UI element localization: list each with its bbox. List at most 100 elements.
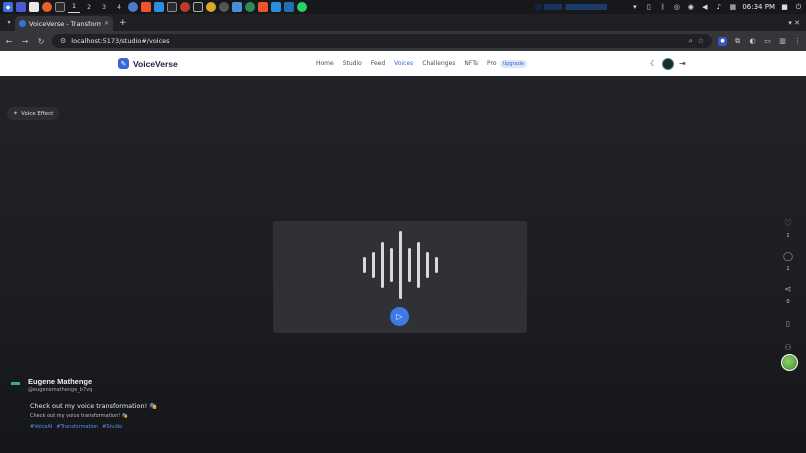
play-button[interactable]: ▷ <box>390 307 409 326</box>
nav-home[interactable]: Home <box>316 60 334 67</box>
extensions-puzzle-icon[interactable]: ⧉ <box>733 37 742 46</box>
os-taskbar: ◆ 1 2 3 4 ▾ ▯ ᛒ ◎ ◉ ◀ ♪ ▦ 06:34 PM ■ ⏻ <box>0 0 806 14</box>
nav-actions: ☾ ⇥ <box>650 51 686 76</box>
folder-icon[interactable] <box>29 2 39 12</box>
address-bar[interactable]: ⚙ localhost:5173/studio#/voices ⌕ ☆ <box>52 34 712 48</box>
calendar-icon[interactable]: ▦ <box>728 3 737 11</box>
browser-tab[interactable]: VoiceVerse - Transform ✕ <box>15 16 113 31</box>
terminal-icon[interactable] <box>55 2 65 12</box>
waveform-bar <box>407 248 411 282</box>
favicon-icon <box>19 20 26 27</box>
brave-alt-icon[interactable] <box>258 2 268 12</box>
bookmark-star-icon[interactable]: ☆ <box>698 37 704 45</box>
close-tab-icon[interactable]: ✕ <box>104 20 109 27</box>
bluetooth-icon[interactable]: ᛒ <box>658 3 667 11</box>
app-launcher-icon[interactable]: ◆ <box>3 2 13 12</box>
volume-icon[interactable]: ◀ <box>700 3 709 11</box>
chrome-alt-icon[interactable] <box>245 2 255 12</box>
share-icon[interactable]: ⋖ <box>784 285 792 296</box>
voice-effect-chip[interactable]: ✦ Voice Effect <box>7 107 60 120</box>
author-avatar[interactable] <box>8 376 23 391</box>
hashtag[interactable]: #VoiceAI <box>30 424 52 430</box>
new-tab-icon[interactable]: + <box>119 18 127 28</box>
github-icon[interactable] <box>219 2 229 12</box>
workspace-3[interactable]: 3 <box>98 1 110 13</box>
app-red-icon[interactable] <box>180 2 190 12</box>
like-count: 1 <box>786 233 790 239</box>
whatsapp-icon[interactable] <box>297 2 307 12</box>
author-name[interactable]: Eugene Mathenge <box>28 377 92 386</box>
notifications-icon[interactable]: ♪ <box>714 3 723 11</box>
workspace-1[interactable]: 1 <box>68 1 80 13</box>
forward-icon[interactable]: → <box>20 37 30 46</box>
brand-logo[interactable]: ✎ VoiceVerse <box>118 58 178 69</box>
workspace-2[interactable]: 2 <box>83 1 95 13</box>
git-icon[interactable] <box>167 2 177 12</box>
tab-search-icon[interactable]: ▾ <box>3 17 15 29</box>
post-description: Check out my voice transformation! 🎭 <box>30 413 128 419</box>
microphone-icon: ✎ <box>118 58 129 69</box>
hashtags: #VoiceAI #Transformation #Studio <box>30 424 308 430</box>
logout-icon[interactable]: ⇥ <box>679 59 686 68</box>
vscode-alt-icon[interactable] <box>271 2 281 12</box>
comment-icon[interactable]: ◯ <box>783 252 793 263</box>
cast-icon[interactable]: ▭ <box>763 37 772 46</box>
play-icon: ▷ <box>396 312 403 321</box>
audio-player[interactable]: ▷ <box>273 221 527 333</box>
user-avatar-bubble[interactable] <box>781 354 798 371</box>
upgrade-badge[interactable]: Upgrade <box>499 59 527 68</box>
image-viewer-icon[interactable] <box>232 2 242 12</box>
globe-icon[interactable] <box>128 2 138 12</box>
bookmark-icon[interactable]: ▯ <box>786 319 790 341</box>
camera-icon[interactable]: ◉ <box>686 3 695 11</box>
nav-studio[interactable]: Studio <box>343 60 362 67</box>
battery-icon[interactable]: ▯ <box>644 3 653 11</box>
workspace-4[interactable]: 4 <box>113 1 125 13</box>
nav-feed[interactable]: Feed <box>371 60 385 67</box>
nav-challenges[interactable]: Challenges <box>422 60 455 67</box>
waveform-bar <box>380 242 384 288</box>
profile-icon[interactable]: ◐ <box>748 37 757 46</box>
clock[interactable]: 06:34 PM <box>742 3 775 11</box>
follow-user-icon[interactable]: ⚇ <box>784 343 791 352</box>
url-text[interactable]: localhost:5173/studio#/voices <box>71 37 684 45</box>
menu-icon[interactable]: ⋮ <box>793 37 802 46</box>
firefox-icon[interactable] <box>42 2 52 12</box>
comment-count: 1 <box>786 266 790 272</box>
nav-pro[interactable]: Pro <box>487 60 497 67</box>
wifi-icon[interactable]: ▾ <box>630 3 639 11</box>
power-icon[interactable]: ⏻ <box>794 3 803 12</box>
desktop-icon[interactable] <box>16 2 26 12</box>
zoom-icon[interactable]: ⌕ <box>689 37 693 46</box>
back-icon[interactable]: ← <box>4 37 14 46</box>
nav-links: Home Studio Feed Voices Challenges NFTs … <box>316 51 527 76</box>
vscode-insiders-icon[interactable] <box>284 2 294 12</box>
waveform-bar <box>416 242 420 288</box>
audio-visualizer <box>535 4 626 10</box>
settings-icon[interactable]: ◎ <box>672 3 681 11</box>
hashtag[interactable]: #Transformation <box>56 424 98 430</box>
sidebar-icon[interactable]: ▥ <box>778 37 787 46</box>
sparkle-icon: ✦ <box>13 110 19 117</box>
vscode-icon[interactable] <box>154 2 164 12</box>
reload-icon[interactable]: ↻ <box>36 37 46 46</box>
hashtag[interactable]: #Studio <box>102 424 122 430</box>
voice-effect-label: Voice Effect <box>21 110 54 117</box>
window-controls-icon[interactable]: ▾ ✕ <box>788 19 800 27</box>
author-row[interactable]: Eugene Mathenge @eugenemathenge_b7vq <box>8 376 308 393</box>
terminal-window-icon[interactable] <box>193 2 203 12</box>
lock-icon[interactable]: ■ <box>780 3 789 11</box>
extension-icon[interactable]: ● <box>718 36 727 46</box>
waveform-bar <box>371 252 375 278</box>
action-rail: ♡ 1 ◯ 1 ⋖ 0 ▯ ⚇ <box>780 219 796 352</box>
avatar[interactable] <box>662 57 675 70</box>
nav-voices[interactable]: Voices <box>394 60 413 67</box>
brand-name: VoiceVerse <box>133 58 178 69</box>
site-info-icon[interactable]: ⚙ <box>60 37 66 45</box>
chrome-icon[interactable] <box>206 2 216 12</box>
post-title: Check out my voice transformation! 🎭 <box>30 402 158 410</box>
heart-icon[interactable]: ♡ <box>784 219 792 230</box>
brave-icon[interactable] <box>141 2 151 12</box>
nav-nfts[interactable]: NFTs <box>464 60 478 67</box>
moon-icon[interactable]: ☾ <box>650 59 657 68</box>
